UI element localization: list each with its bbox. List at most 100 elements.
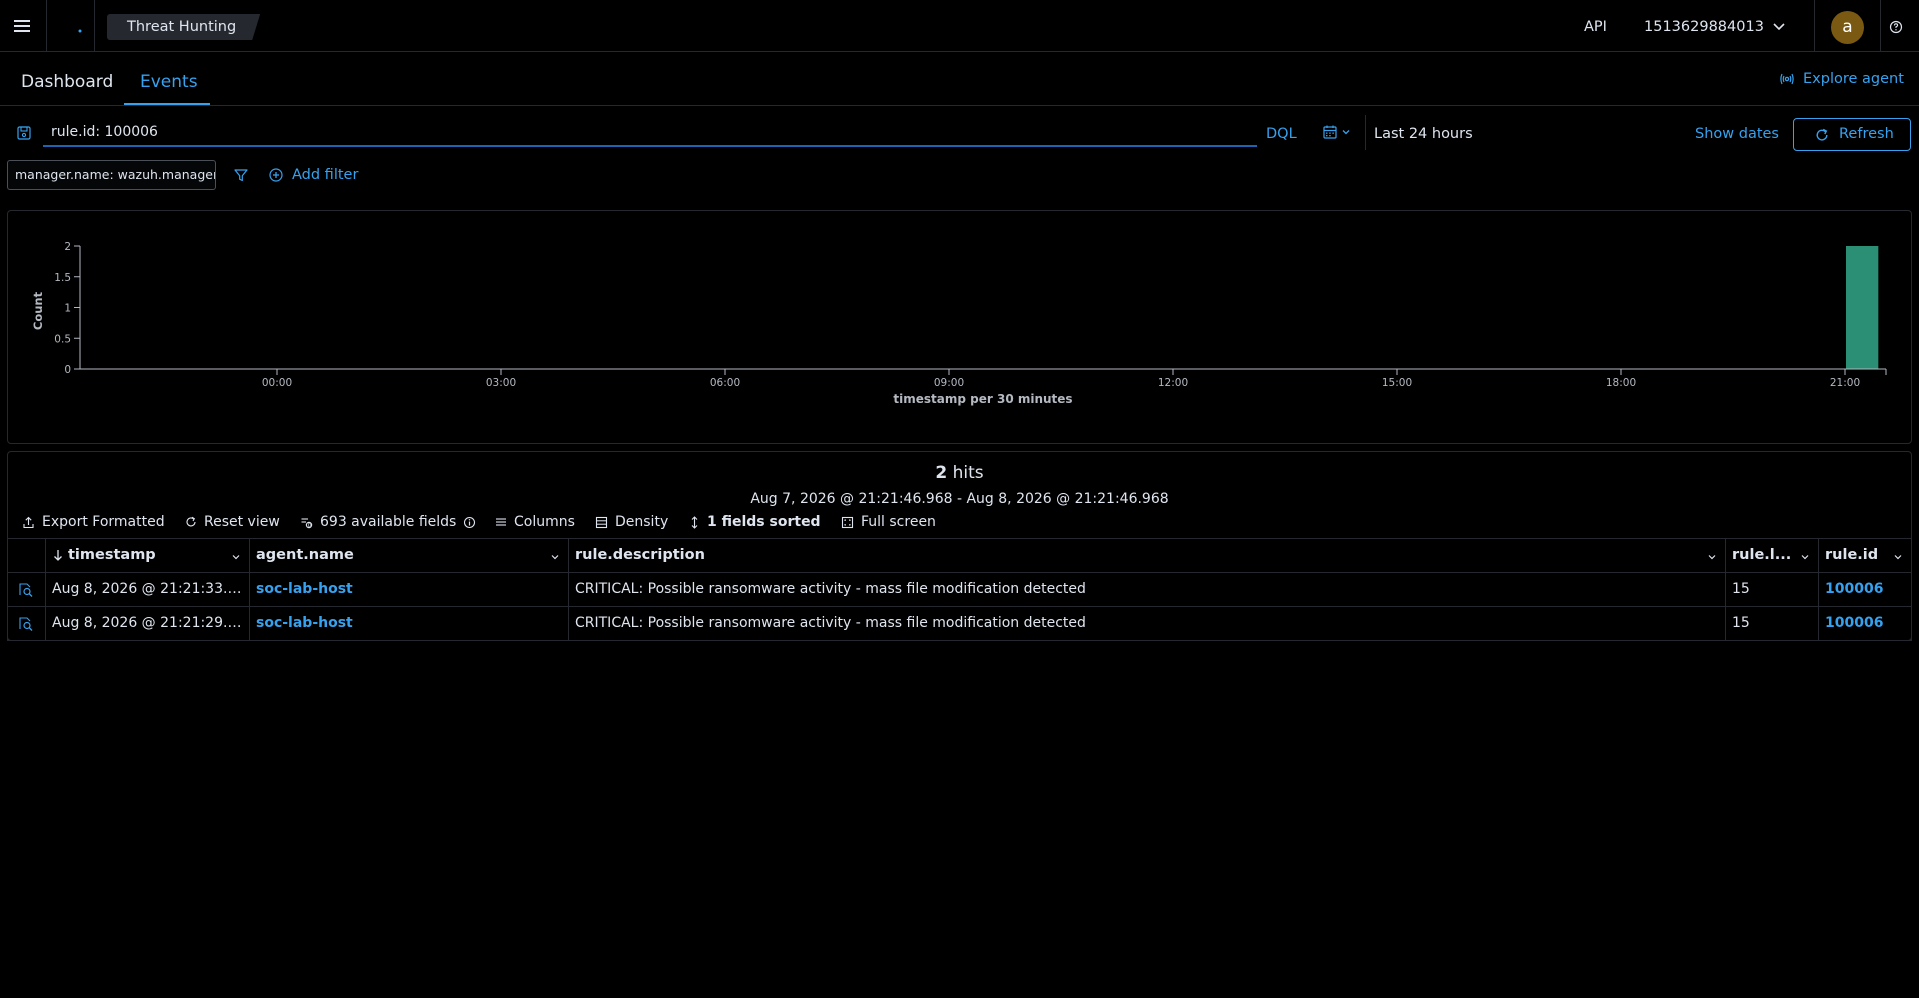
dql-language-button[interactable]: DQL [1266,124,1297,144]
reset-view-label: Reset view [204,514,280,530]
explore-agent-label: Explore agent [1803,71,1904,87]
inspect-document-icon[interactable] [17,582,35,598]
filter-pill[interactable]: manager.name: wazuh.manager [7,160,216,190]
column-header-rule-description[interactable]: rule.description [569,538,1726,572]
cell-rule-description: CRITICAL: Possible ransomware activity -… [569,606,1726,640]
cell-timestamp: Aug 8, 2026 @ 21:21:33.… [46,572,250,606]
table-row [7,606,46,640]
y-tick-label: 1 [64,303,71,315]
cell-agent-name[interactable]: soc-lab-host [250,606,569,640]
columns-label: Columns [514,514,575,530]
column-header-rule-id[interactable]: rule.id [1819,538,1912,572]
y-tick-label: 0.5 [54,333,71,345]
x-tick-label: 21:00 [1830,377,1860,389]
reset-view-button[interactable]: Reset view [185,511,280,533]
tab-dashboard[interactable]: Dashboard [21,71,113,93]
cell-rule-level: 15 [1726,606,1819,640]
broadcast-icon [1779,71,1795,87]
sort-fields-button[interactable]: 1 fields sorted [689,511,821,533]
column-header-label: rule.description [575,547,705,563]
chevron-down-icon[interactable] [550,552,560,562]
cell-rule-id[interactable]: 100006 [1819,572,1912,606]
sort-icon [689,515,700,529]
x-tick-label: 12:00 [1158,377,1188,389]
svg-text:0: 0 [308,522,311,528]
explore-agent-button[interactable]: Explore agent [1779,69,1904,89]
histogram-panel: Count timestamp per 30 minutes 0 0.5 1 1.5 2… [7,210,1912,444]
hits-count: 2 hits [0,462,1919,484]
chevron-down-icon[interactable] [1771,19,1787,35]
available-fields-label: 693 available fields [320,514,457,530]
add-filter-button[interactable]: Add filter [268,165,358,185]
full-screen-button[interactable]: Full screen [841,511,936,533]
hits-label: hits [952,463,984,483]
density-label: Density [615,514,669,530]
breadcrumb-threat-hunting[interactable]: Threat Hunting [107,14,260,40]
chevron-down-icon[interactable] [231,552,241,562]
column-header-timestamp[interactable]: timestamp [46,538,250,572]
available-fields-button[interactable]: 0 693 available fields [300,511,476,533]
fields-icon: 0 [300,516,313,529]
columns-button[interactable]: Columns [495,511,575,533]
x-tick-label: 18:00 [1606,377,1636,389]
list-icon [495,516,507,528]
refresh-icon [185,516,197,528]
top-bar: Threat Hunting API 1513629884013 a [0,0,1919,52]
date-divider [1365,115,1366,150]
hits-time-range: Aug 7, 2026 @ 21:21:46.968 - Aug 8, 2026… [750,491,1169,507]
histogram-chart[interactable]: Count timestamp per 30 minutes 0 0.5 1 1.5 2… [8,211,1911,443]
api-selector[interactable]: 1513629884013 [1644,17,1764,37]
x-tick-label: 15:00 [1382,377,1412,389]
export-label: Export Formatted [42,514,165,530]
x-tick-label: 06:00 [710,377,740,389]
logo-icon[interactable] [74,24,86,36]
tab-events[interactable]: Events [140,71,198,93]
plus-circle-icon [268,167,284,183]
export-formatted-button[interactable]: Export Formatted [22,511,165,533]
menu-icon[interactable] [12,16,34,36]
info-icon [463,516,476,529]
chevron-down-icon[interactable] [1707,552,1717,562]
query-input[interactable]: rule.id: 100006 [43,119,1257,147]
column-header-label: timestamp [68,547,156,563]
time-range-label[interactable]: Last 24 hours [1374,124,1473,144]
help-icon[interactable] [1888,19,1904,35]
column-header-label: rule.l... [1732,547,1792,563]
x-tick-label: 09:00 [934,377,964,389]
refresh-button[interactable]: Refresh [1793,118,1911,151]
filter-icon[interactable] [233,167,249,183]
cell-rule-id[interactable]: 100006 [1819,606,1912,640]
x-tick-label: 03:00 [486,377,516,389]
cell-rule-description: CRITICAL: Possible ransomware activity -… [569,572,1726,606]
y-axis-label: Count [31,291,45,330]
sort-fields-label: 1 fields sorted [707,514,821,530]
density-button[interactable]: Density [595,511,668,533]
sort-descending-icon [52,548,64,562]
column-header-rule-level[interactable]: rule.l... [1726,538,1819,572]
y-tick-label: 0 [64,364,71,376]
column-header-agent-name[interactable]: agent.name [250,538,569,572]
table-header-control [7,538,46,572]
tabs-divider [0,105,1919,106]
events-table: timestamp agent.name rule.description ru… [7,538,1912,641]
histogram-bar[interactable] [1846,246,1879,369]
show-dates-button[interactable]: Show dates [1695,124,1779,144]
inspect-document-icon[interactable] [17,616,35,632]
y-tick-label: 1.5 [54,272,71,284]
column-header-label: rule.id [1825,547,1879,563]
x-tick-label: 00:00 [262,377,292,389]
refresh-icon [1814,127,1830,143]
api-label: API [1584,19,1607,35]
chevron-down-icon[interactable] [1893,552,1903,562]
y-tick-label: 2 [64,241,71,253]
hits-number: 2 [935,463,948,483]
date-picker-quick-menu[interactable] [1322,124,1351,140]
avatar[interactable]: a [1831,11,1864,44]
save-query-icon[interactable] [16,125,32,141]
cell-agent-name[interactable]: soc-lab-host [250,572,569,606]
table-row [7,572,46,606]
cell-timestamp: Aug 8, 2026 @ 21:21:29.… [46,606,250,640]
table-density-icon [595,516,608,529]
cell-rule-level: 15 [1726,572,1819,606]
chevron-down-icon[interactable] [1800,552,1810,562]
